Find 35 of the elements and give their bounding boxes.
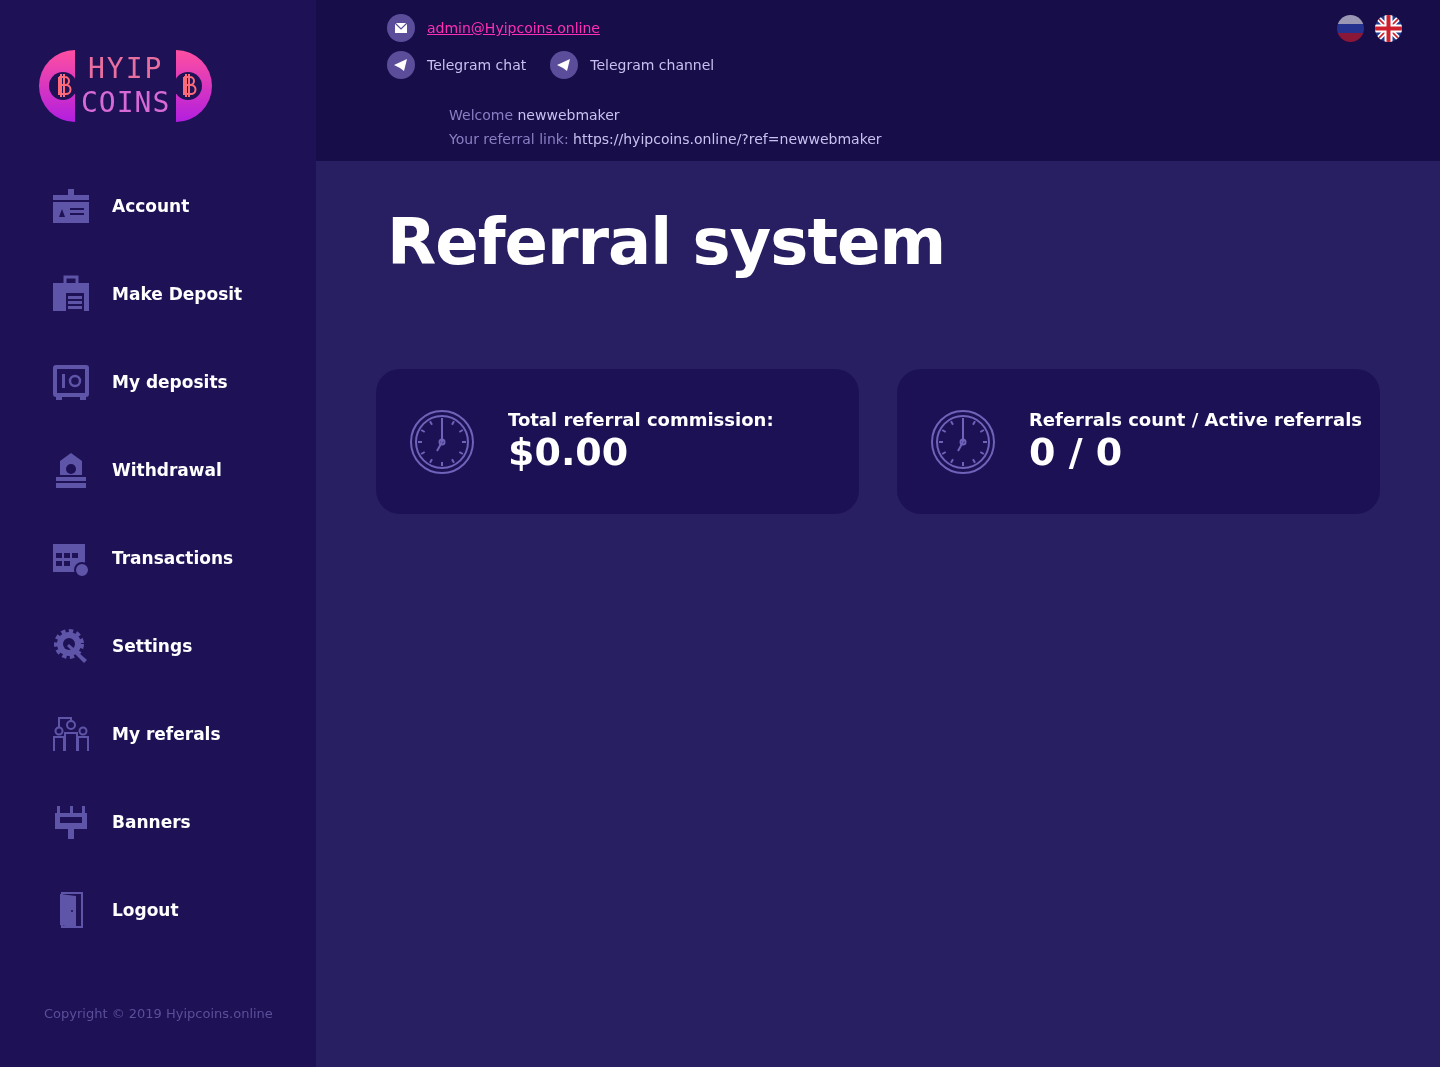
paper-plane-icon: [550, 51, 579, 79]
safe-icon: [52, 363, 90, 401]
referral-link-text: Your referral link: https://hyipcoins.online/?ref=newwebmaker: [449, 130, 882, 149]
clock-icon: [930, 408, 996, 475]
paper-plane-icon: [387, 51, 415, 79]
nav-link[interactable]: Account: [0, 162, 316, 250]
nav-link[interactable]: Withdrawal: [0, 426, 316, 514]
nav-link[interactable]: My deposits: [0, 338, 316, 426]
clock-icon: [409, 408, 475, 475]
copyright-text: Copyright © 2019 Hyipcoins.online: [44, 1006, 274, 1021]
nav-link[interactable]: My referals: [0, 690, 316, 778]
nav-link[interactable]: Logout: [0, 866, 316, 954]
stat-label: Referrals count / Active referrals: [1029, 409, 1363, 430]
stat-value: 0 / 0: [1029, 430, 1124, 474]
briefcase-icon: [52, 275, 90, 313]
mail-icon: [387, 14, 415, 42]
email-link[interactable]: admin@Hyipcoins.online: [427, 20, 600, 36]
telegram-link[interactable]: Telegram channel: [550, 51, 715, 79]
nav-link[interactable]: Banners: [0, 778, 316, 866]
russian-flag-icon[interactable]: [1337, 15, 1364, 42]
logo-text: COINS: [81, 86, 171, 120]
people-icon: [52, 715, 90, 753]
nav-link[interactable]: Settings: [0, 602, 316, 690]
settings-icon: [52, 627, 90, 665]
logo-text: HYIP: [87, 52, 164, 86]
nav-link[interactable]: Make Deposit: [0, 250, 316, 338]
british-flag-icon[interactable]: [1375, 15, 1402, 42]
telegram-link[interactable]: Telegram chat: [387, 51, 527, 79]
stat-label: Total referral commission:: [508, 409, 774, 430]
stat-value: $0.00: [508, 430, 630, 474]
id-card-icon: [52, 187, 90, 225]
welcome-text: Welcome newwebmaker: [449, 106, 621, 125]
nav-link[interactable]: Transactions: [0, 514, 316, 602]
page-title: Referral system: [387, 205, 947, 279]
billboard-icon: [52, 803, 90, 841]
